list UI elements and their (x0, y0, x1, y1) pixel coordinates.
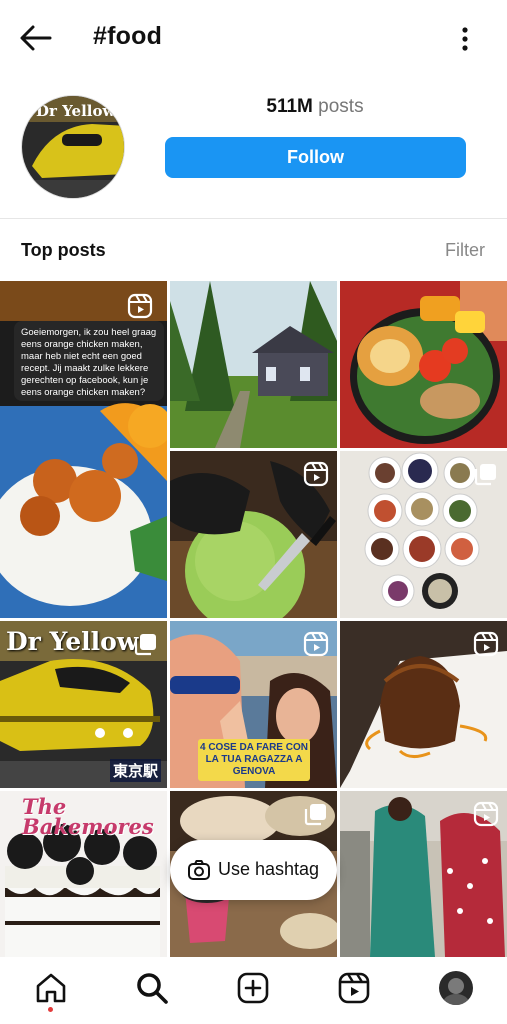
reels-icon (303, 631, 329, 657)
post-genova[interactable]: 4 COSE DA FARE CON LA TUA RAGAZZA A GENO… (170, 621, 337, 788)
post-chocolate-dessert[interactable] (340, 621, 507, 788)
filter-button[interactable]: Filter (445, 240, 485, 261)
nav-home[interactable] (34, 971, 68, 1005)
post-orange-chicken[interactable]: Goeiemorgen, ik zou heel graag eens oran… (0, 281, 167, 618)
avatar-text: Dr Yellow (36, 102, 116, 120)
reels-icon (338, 972, 370, 1004)
post-melon-knife[interactable] (170, 451, 337, 618)
nav-search[interactable] (135, 971, 169, 1005)
post-dancing[interactable] (340, 791, 507, 957)
nav-reels[interactable] (337, 971, 371, 1005)
post-overlay-station: 東京駅 (109, 759, 161, 782)
multiple-icon (474, 464, 496, 486)
post-bento[interactable] (340, 281, 507, 448)
top-app-bar: #food (0, 0, 507, 78)
home-icon (36, 973, 66, 1003)
reels-icon (303, 461, 329, 487)
use-hashtag-label: Use hashtag (218, 859, 320, 879)
post-dr-yellow-train[interactable]: Dr Yellow 東京駅 (0, 621, 167, 788)
posts-label: posts (318, 96, 364, 117)
search-icon (137, 973, 168, 1004)
post-oreo-cake[interactable]: The Bakemores (0, 791, 167, 957)
bottom-navigation (0, 957, 507, 1024)
posts-count: 511M (266, 96, 313, 117)
multiple-icon (304, 804, 326, 826)
active-indicator-dot (48, 1007, 53, 1012)
post-overlay-text: The Bakemores (22, 794, 154, 839)
post-caption-overlay: Goeiemorgen, ik zou heel graag eens oran… (14, 321, 164, 401)
reels-icon (473, 631, 499, 657)
posts-count-line: 511M posts (165, 96, 465, 118)
post-overlay-text: 4 COSE DA FARE CON LA TUA RAGAZZA A GENO… (198, 739, 310, 781)
top-posts-heading: Top posts (21, 240, 106, 260)
hashtag-avatar: Dr Yellow (21, 95, 125, 199)
back-button[interactable] (18, 22, 54, 54)
post-korean-dishes[interactable] (340, 451, 507, 618)
camera-icon (188, 860, 210, 880)
new-post-icon (237, 972, 269, 1004)
post-cabin-garden[interactable] (170, 281, 337, 448)
reels-icon (473, 801, 499, 827)
hashtag-title: #food (93, 22, 163, 50)
nav-new-post[interactable] (236, 971, 270, 1005)
multiple-icon (134, 634, 156, 656)
profile-avatar[interactable] (439, 971, 473, 1005)
post-overlay-title: Dr Yellow (6, 627, 139, 656)
more-options-button[interactable] (452, 24, 478, 54)
follow-button[interactable]: Follow (165, 137, 466, 178)
more-vertical-icon (462, 27, 468, 51)
use-hashtag-button[interactable]: Use hashtag (170, 840, 337, 900)
arrow-left-icon (20, 25, 52, 51)
divider (0, 218, 507, 219)
reels-icon (127, 293, 153, 319)
